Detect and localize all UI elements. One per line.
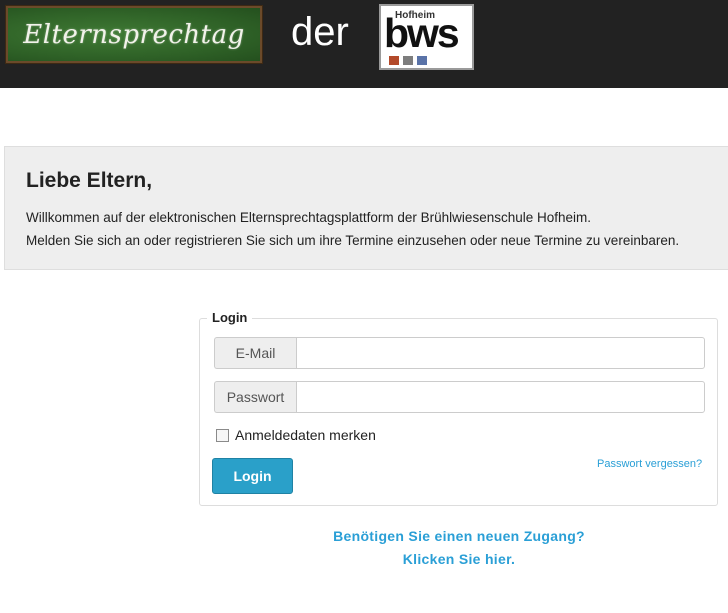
email-input-group: E-Mail (214, 337, 705, 369)
email-label: E-Mail (214, 337, 296, 369)
remember-me-label: Anmeldedaten merken (235, 427, 376, 443)
login-legend: Login (207, 310, 253, 325)
logo-square-red (389, 56, 399, 65)
header-connector-text: der (291, 10, 349, 54)
welcome-text-line-1: Willkommen auf der elektronischen Eltern… (26, 210, 592, 225)
password-input-group: Passwort (214, 381, 705, 413)
welcome-panel: Liebe Eltern, Willkommen auf der elektro… (4, 146, 728, 270)
chalkboard-surface: Elternsprechtag (8, 8, 260, 61)
remember-me-option[interactable]: Anmeldedaten merken (216, 427, 376, 443)
password-field[interactable] (296, 381, 705, 413)
password-label: Passwort (214, 381, 296, 413)
register-here-link[interactable]: Klicken Sie hier. (200, 551, 718, 567)
top-navbar: Elternsprechtag der bws Hofheim (0, 0, 728, 88)
welcome-heading: Liebe Eltern, (26, 169, 153, 192)
login-button[interactable]: Login (212, 458, 293, 494)
bws-school-logo[interactable]: bws Hofheim (379, 4, 474, 70)
forgot-password-link[interactable]: Passwort vergessen? (597, 458, 702, 470)
logo-square-blue (417, 56, 427, 65)
bws-logo-hofheim: Hofheim (395, 10, 435, 21)
welcome-text-line-2: Melden Sie sich an oder registrieren Sie… (26, 233, 680, 248)
remember-me-checkbox[interactable] (216, 428, 229, 442)
chalkboard-title: Elternsprechtag (23, 19, 245, 50)
email-field[interactable] (296, 337, 705, 369)
new-account-question-link[interactable]: Benötigen Sie einen neuen Zugang? (200, 528, 718, 544)
logo-square-gray (403, 56, 413, 65)
elternsprechtag-chalkboard-logo[interactable]: Elternsprechtag (5, 5, 263, 64)
